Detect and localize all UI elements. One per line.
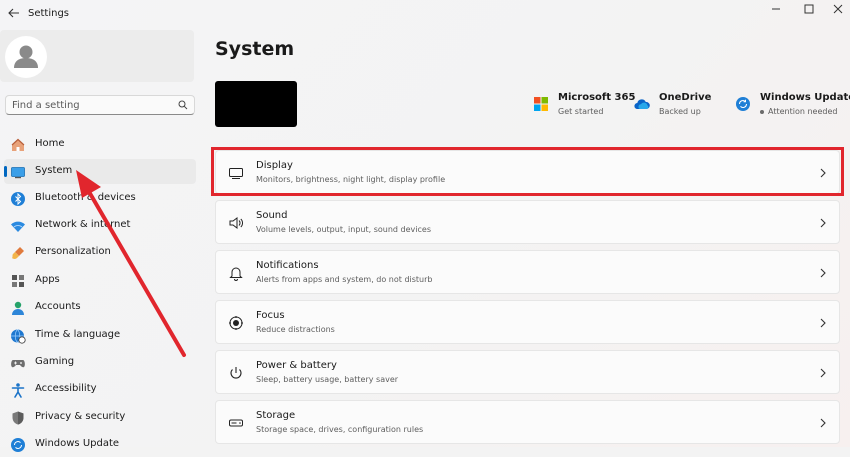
accounts-icon <box>10 300 26 316</box>
row-title: Focus <box>256 310 285 321</box>
settings-row-power-battery[interactable]: Power & battery Sleep, battery usage, ba… <box>215 350 840 394</box>
bluetooth-icon <box>10 191 26 207</box>
sidebar-item-label: Time & language <box>35 329 121 340</box>
maximize-button[interactable] <box>797 2 821 16</box>
page-title: System <box>215 38 295 60</box>
shield-icon <box>10 410 26 426</box>
chevron-right-icon <box>819 317 827 329</box>
sidebar-item-system[interactable]: System <box>4 159 196 184</box>
title-bar: Settings <box>0 0 850 28</box>
globe-clock-icon <box>10 328 26 344</box>
row-subtitle: Monitors, brightness, night light, displ… <box>256 175 446 184</box>
windows-update-icon <box>10 437 26 453</box>
quick-link-title: OneDrive <box>659 92 712 103</box>
app-title: Settings <box>28 8 70 19</box>
gamepad-icon <box>10 355 26 371</box>
apps-icon <box>10 273 26 289</box>
device-preview-image <box>215 81 297 127</box>
sidebar-item-privacy[interactable]: Privacy & security <box>4 405 196 430</box>
monitor-icon <box>228 165 244 181</box>
maximize-icon <box>804 4 814 14</box>
sidebar-item-label: Network & internet <box>35 219 131 230</box>
sidebar-item-label: System <box>35 165 73 176</box>
sidebar-item-label: Personalization <box>35 246 111 257</box>
sidebar-item-windows-update[interactable]: Windows Update <box>4 432 196 457</box>
focus-icon <box>228 315 244 331</box>
sidebar-item-label: Bluetooth & devices <box>35 192 136 203</box>
sidebar-item-home[interactable]: Home <box>4 132 196 157</box>
sidebar-item-time-language[interactable]: Time & language <box>4 323 196 348</box>
quick-link-onedrive[interactable]: OneDrive Backed up <box>634 92 724 122</box>
paintbrush-icon <box>10 245 26 261</box>
settings-row-display[interactable]: Display Monitors, brightness, night ligh… <box>215 150 840 194</box>
sidebar-item-gaming[interactable]: Gaming <box>4 350 196 375</box>
row-subtitle: Storage space, drives, configuration rul… <box>256 425 424 434</box>
sidebar-item-label: Home <box>35 138 65 149</box>
sidebar-item-personalization[interactable]: Personalization <box>4 240 196 265</box>
sidebar-item-label: Apps <box>35 274 60 285</box>
quick-link-status: Attention needed <box>768 107 838 116</box>
chevron-right-icon <box>819 367 827 379</box>
user-avatar-icon <box>14 45 38 68</box>
row-title: Display <box>256 160 293 171</box>
accessibility-icon <box>10 382 26 398</box>
bell-icon <box>228 265 244 281</box>
minimize-icon <box>772 8 780 10</box>
minimize-button[interactable] <box>764 2 788 16</box>
row-subtitle: Sleep, battery usage, battery saver <box>256 375 399 384</box>
sidebar-item-bluetooth[interactable]: Bluetooth & devices <box>4 186 196 211</box>
row-subtitle: Volume levels, output, input, sound devi… <box>256 225 431 234</box>
close-button[interactable] <box>826 2 850 16</box>
row-title: Storage <box>256 410 296 421</box>
settings-row-storage[interactable]: Storage Storage space, drives, configura… <box>215 400 840 444</box>
storage-icon <box>228 415 244 431</box>
row-subtitle: Reduce distractions <box>256 325 335 334</box>
avatar[interactable] <box>5 36 47 78</box>
wifi-icon <box>10 218 26 234</box>
row-title: Notifications <box>256 260 319 271</box>
sidebar-item-label: Privacy & security <box>35 411 126 422</box>
home-icon <box>10 137 26 153</box>
row-subtitle: Alerts from apps and system, do not dist… <box>256 275 433 284</box>
search-icon[interactable] <box>178 100 188 110</box>
windows-update-icon <box>735 96 751 112</box>
chevron-right-icon <box>819 417 827 429</box>
row-title: Sound <box>256 210 288 221</box>
sidebar-item-label: Gaming <box>35 356 75 367</box>
sidebar-item-accessibility[interactable]: Accessibility <box>4 377 196 402</box>
power-icon <box>228 365 244 381</box>
sidebar-item-label: Accessibility <box>35 383 97 394</box>
sidebar-item-network[interactable]: Network & internet <box>4 213 196 238</box>
row-title: Power & battery <box>256 360 337 371</box>
system-icon <box>10 164 26 180</box>
search-box[interactable] <box>5 95 195 115</box>
chevron-right-icon <box>819 217 827 229</box>
selection-indicator <box>4 166 7 177</box>
quick-link-subtitle: Attention needed <box>760 107 837 116</box>
chevron-right-icon <box>819 167 827 179</box>
settings-row-notifications[interactable]: Notifications Alerts from apps and syste… <box>215 250 840 294</box>
sidebar-item-accounts[interactable]: Accounts <box>4 295 196 320</box>
quick-link-subtitle: Get started <box>558 107 604 116</box>
speaker-icon <box>228 215 244 231</box>
sidebar-item-label: Windows Update <box>35 438 120 449</box>
search-input[interactable] <box>12 98 172 112</box>
sidebar-item-label: Accounts <box>35 301 81 312</box>
quick-link-title: Windows Update <box>760 92 850 103</box>
back-arrow-icon[interactable] <box>7 6 21 20</box>
microsoft-logo-icon <box>533 96 549 112</box>
sidebar-item-apps[interactable]: Apps <box>4 268 196 293</box>
chevron-right-icon <box>819 267 827 279</box>
settings-row-focus[interactable]: Focus Reduce distractions <box>215 300 840 344</box>
quick-link-subtitle: Backed up <box>659 107 701 116</box>
quick-link-windows-update[interactable]: Windows Update Attention needed <box>735 92 850 122</box>
attention-dot <box>760 109 764 114</box>
close-icon <box>833 4 843 14</box>
quick-link-title: Microsoft 365 <box>558 92 636 103</box>
quick-link-microsoft-365[interactable]: Microsoft 365 Get started <box>533 92 643 122</box>
onedrive-cloud-icon <box>634 96 650 112</box>
settings-row-sound[interactable]: Sound Volume levels, output, input, soun… <box>215 200 840 244</box>
